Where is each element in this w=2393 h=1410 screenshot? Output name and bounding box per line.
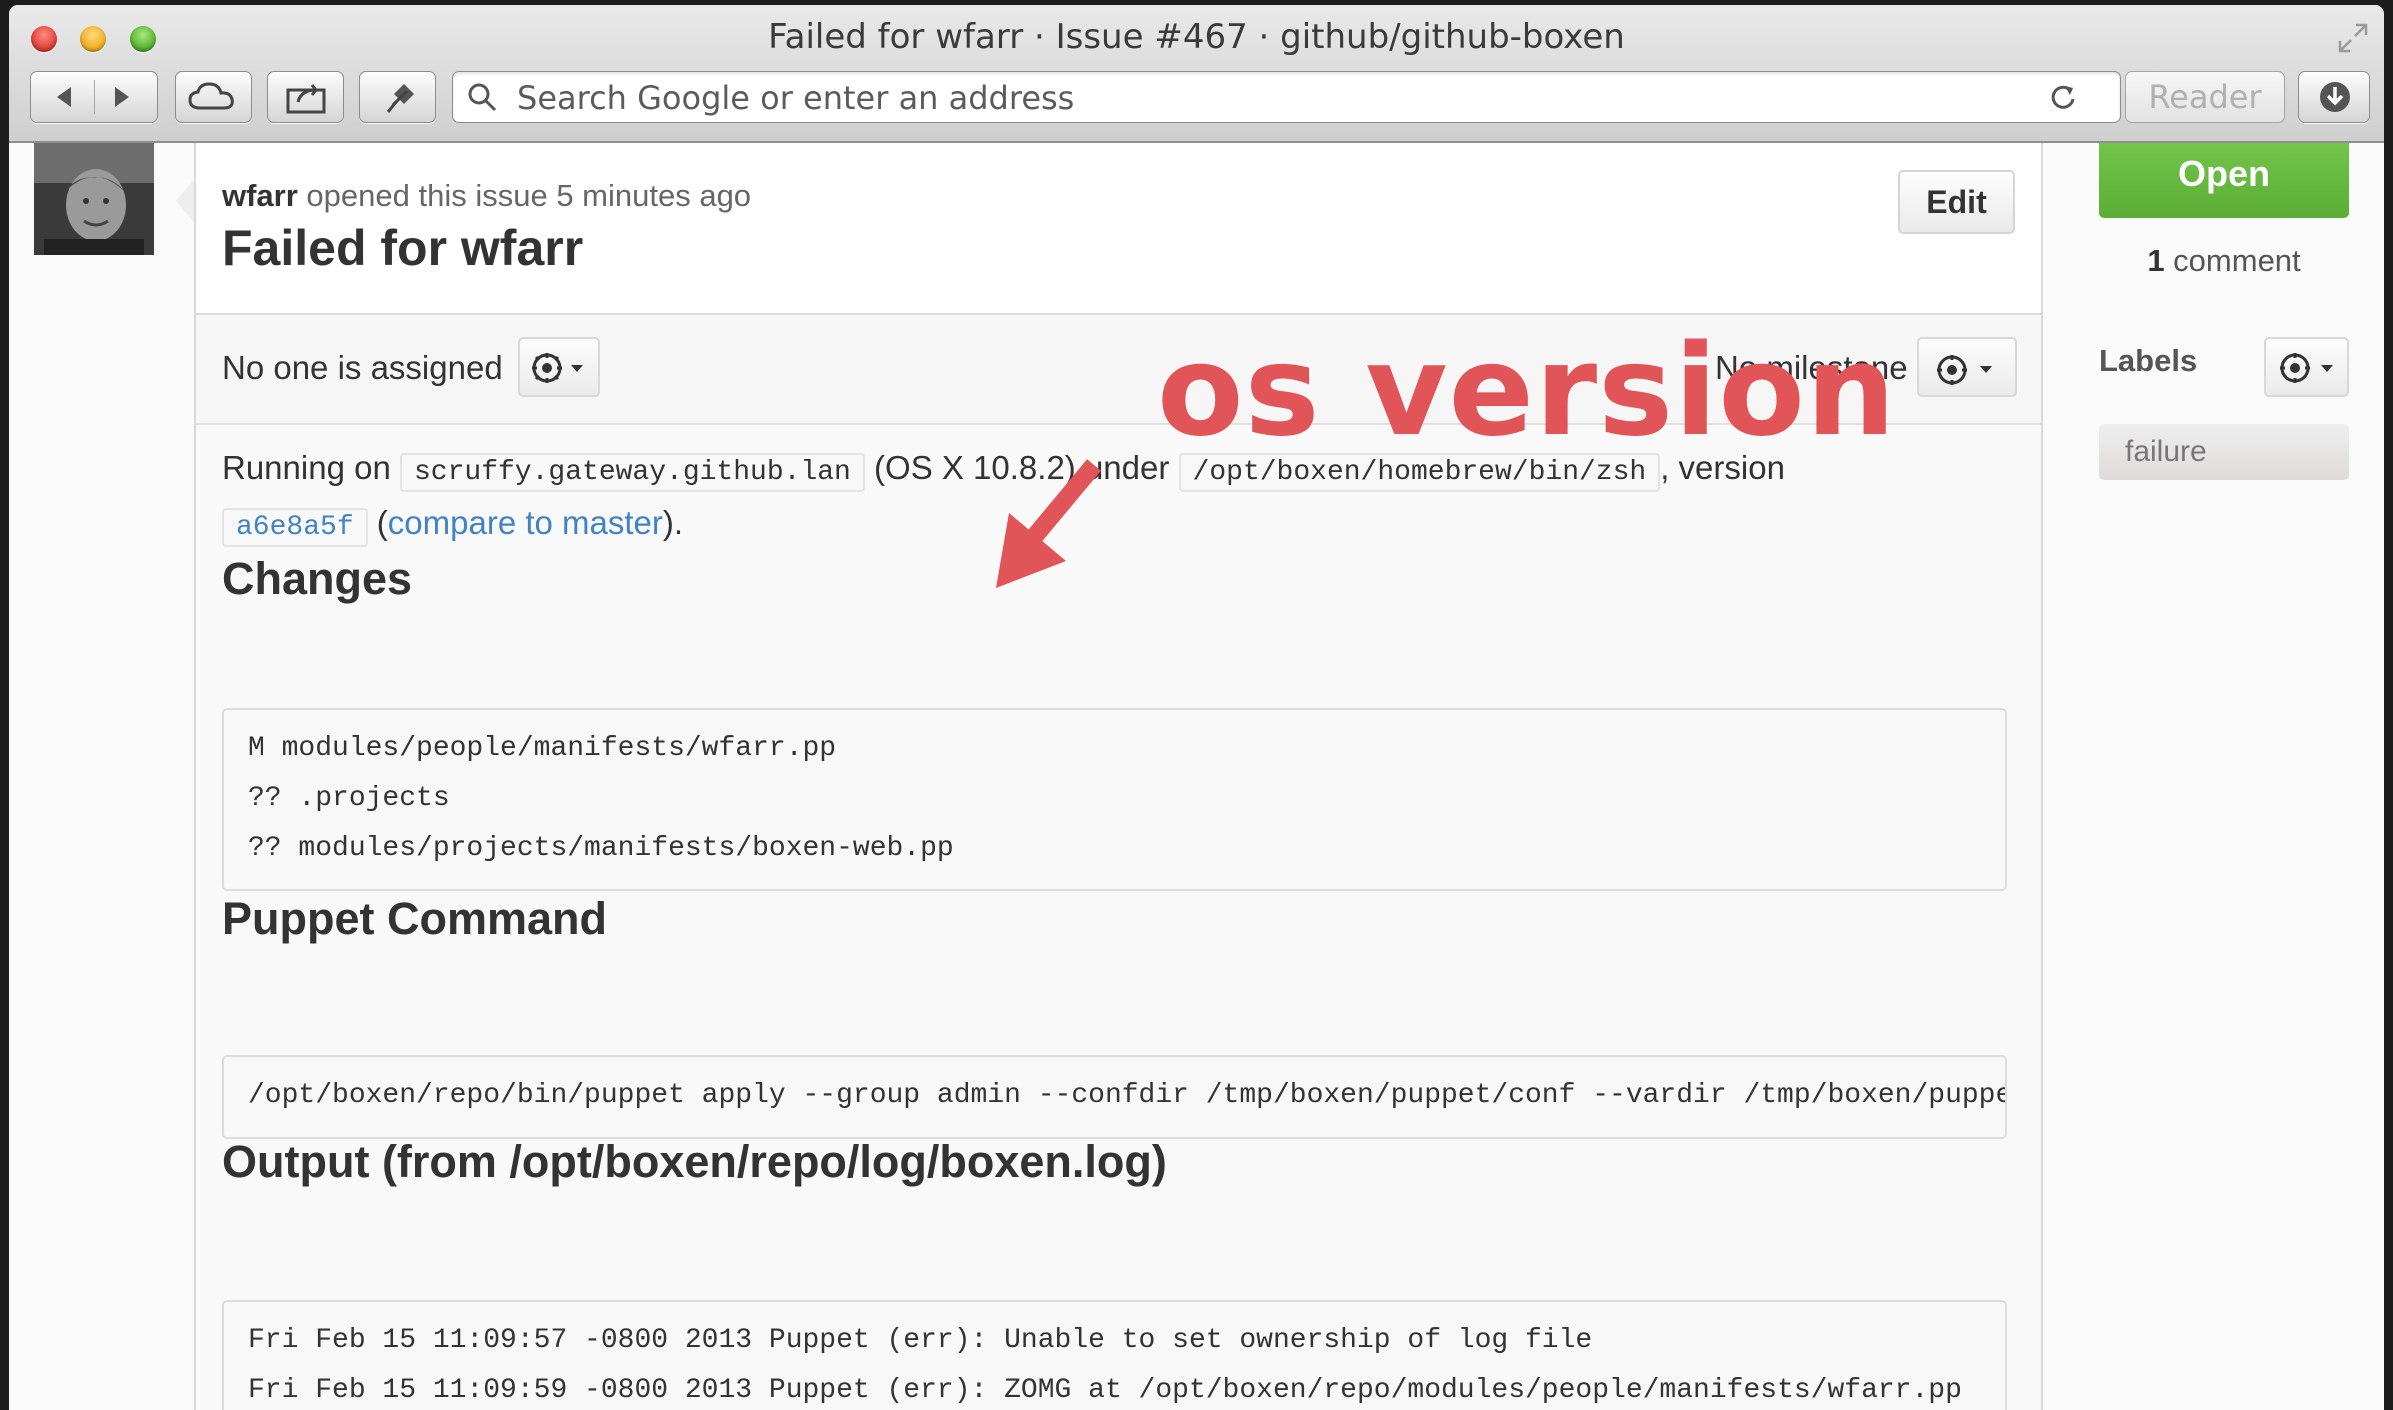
puppet-command-heading: Puppet Command	[222, 893, 608, 944]
code-line: Fri Feb 15 11:09:57 -0800 2013 Puppet (e…	[248, 1325, 1593, 1356]
code-line: Fri Feb 15 11:09:59 -0800 2013 Puppet (e…	[248, 1375, 1962, 1406]
forward-icon[interactable]	[31, 72, 159, 124]
code-line: ?? modules/projects/manifests/boxen-web.…	[248, 833, 954, 864]
cloud-icon	[188, 82, 234, 110]
browser-window: Failed for wfarr · Issue #467 · github/g…	[9, 5, 2384, 1410]
milestone-settings-button[interactable]	[1917, 337, 2017, 397]
annotation-text: os version	[1157, 317, 1897, 464]
paren-close: ).	[662, 504, 684, 541]
web-page: wfarr opened this issue 5 minutes ago Fa…	[9, 143, 2384, 1410]
downloads-button[interactable]	[2298, 71, 2370, 123]
comment-count-number: 1	[2147, 243, 2165, 278]
state-badge: Open	[2099, 143, 2349, 218]
issue-title: Failed for wfarr	[222, 220, 584, 276]
address-bar[interactable]	[452, 71, 2121, 123]
fullscreen-icon[interactable]	[2336, 21, 2370, 55]
share-icon	[286, 84, 326, 114]
reload-icon[interactable]	[2048, 82, 2078, 112]
icloud-tabs-button[interactable]	[175, 71, 252, 123]
issue-header: wfarr opened this issue 5 minutes ago Fa…	[196, 143, 2041, 315]
output-code-block: Fri Feb 15 11:09:57 -0800 2013 Puppet (e…	[222, 1300, 2007, 1410]
compare-link[interactable]: compare to master	[388, 504, 663, 541]
comment-pointer	[176, 177, 196, 225]
output-heading: Output (from /opt/boxen/repo/log/boxen.l…	[222, 1136, 1167, 1187]
running-on-text: Running on	[222, 449, 391, 486]
gear-icon	[1937, 355, 1992, 385]
commit-sha-link[interactable]: a6e8a5f	[222, 508, 368, 547]
search-icon	[468, 83, 497, 112]
labels-heading: Labels	[2099, 343, 2198, 378]
share-button[interactable]	[267, 71, 344, 123]
back-forward-buttons	[30, 71, 158, 123]
label-failure[interactable]: failure	[2099, 424, 2349, 480]
download-icon	[2320, 82, 2350, 112]
paren-open: (	[376, 504, 388, 541]
comment-count-label: comment	[2164, 243, 2301, 278]
author-link[interactable]: wfarr	[222, 178, 298, 213]
browser-toolbar: Failed for wfarr · Issue #467 · github/g…	[9, 5, 2384, 143]
issue-meta: wfarr opened this issue 5 minutes ago	[222, 178, 751, 214]
user-photo	[34, 143, 154, 255]
gear-icon	[2280, 353, 2333, 383]
assignee-text: No one is assigned	[222, 349, 503, 386]
code-line: M modules/people/manifests/wfarr.pp	[248, 733, 837, 764]
puppet-command-code-block: /opt/boxen/repo/bin/puppet apply --group…	[222, 1055, 2007, 1139]
annotation-arrow	[996, 459, 1101, 588]
avatar[interactable]	[34, 143, 154, 255]
edit-button[interactable]: Edit	[1898, 170, 2015, 234]
opened-text: opened this issue 5 minutes ago	[297, 178, 752, 213]
changes-code-block: M modules/people/manifests/wfarr.pp ?? .p…	[222, 708, 2007, 891]
code-line: /opt/boxen/repo/bin/puppet apply --group…	[248, 1080, 2007, 1111]
pin-icon	[386, 84, 414, 113]
gear-icon	[532, 353, 583, 383]
assignee-settings-button[interactable]	[518, 337, 600, 397]
reader-button[interactable]: Reader	[2125, 71, 2285, 123]
labels-settings-button[interactable]	[2264, 337, 2349, 397]
tools-button[interactable]	[359, 71, 436, 123]
hostname-code: scruffy.gateway.github.lan	[399, 453, 865, 492]
code-line: ?? .projects	[248, 783, 450, 814]
window-title: Failed for wfarr · Issue #467 · github/g…	[768, 17, 1625, 57]
address-input[interactable]	[515, 78, 1999, 118]
changes-heading: Changes	[222, 553, 413, 604]
comment-count: 1 comment	[2099, 243, 2349, 279]
